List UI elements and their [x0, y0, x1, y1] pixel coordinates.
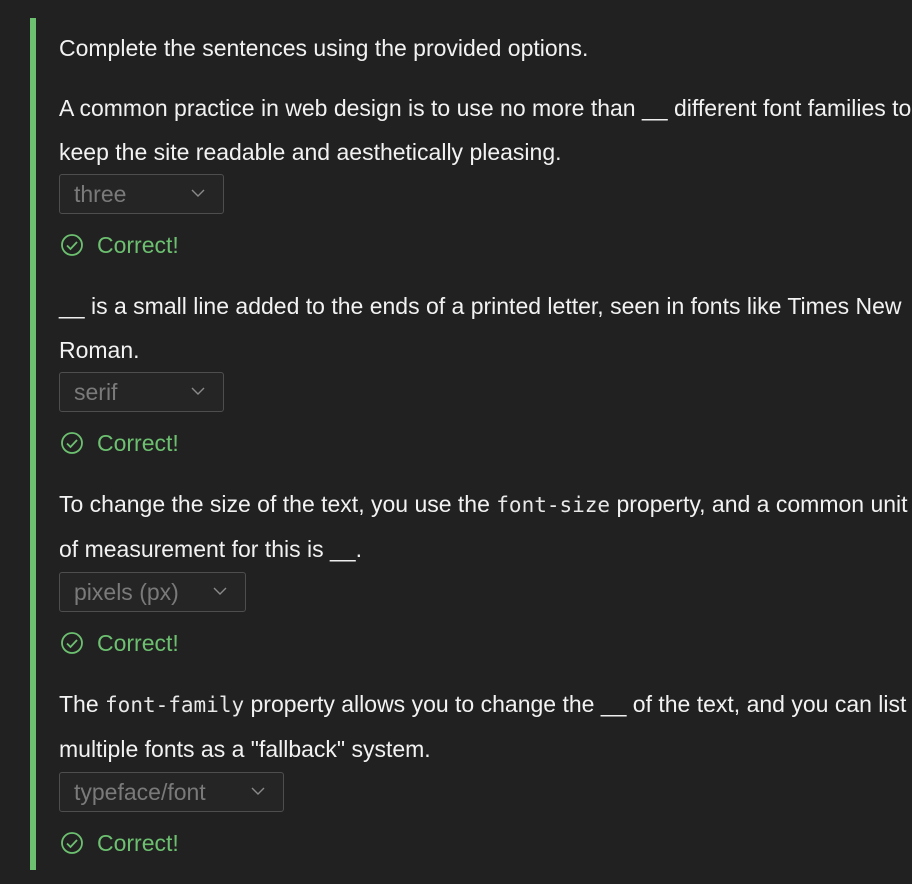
question-2-feedback-text: Correct! [97, 430, 179, 456]
question-3-feedback-text: Correct! [97, 630, 179, 656]
check-circle-icon [61, 234, 83, 256]
question-1-sentence: A common practice in web design is to us… [59, 86, 912, 174]
question-2-selected-value: serif [74, 379, 118, 405]
question-3-code: font-size [496, 493, 611, 517]
chevron-down-icon [213, 587, 227, 595]
question-1-feedback-text: Correct! [97, 232, 179, 258]
question-3-dropdown[interactable]: pixels (px) [59, 572, 246, 612]
check-circle-icon [61, 432, 83, 454]
question-3-text-before: To change the size of the text, you use … [59, 491, 497, 517]
question-2-dropdown[interactable]: serif [59, 372, 224, 412]
check-circle-icon [61, 832, 83, 854]
question-4-selected-value: typeface/font [74, 779, 206, 805]
question-2-sentence: __ is a small line added to the ends of … [59, 284, 912, 372]
chevron-down-icon [251, 787, 265, 795]
question-4-dropdown[interactable]: typeface/font [59, 772, 284, 812]
question-1-selected-value: three [74, 181, 127, 207]
question-3-selected-value: pixels (px) [74, 579, 179, 605]
check-circle-icon [61, 632, 83, 654]
quiz-instructions: Complete the sentences using the provide… [59, 35, 589, 61]
chevron-down-icon [191, 189, 205, 197]
question-2-text: __ is a small line added to the ends of … [59, 293, 902, 363]
question-4-sentence: The font-family property allows you to c… [59, 682, 912, 771]
question-4-text-before: The [59, 691, 106, 717]
question-4-feedback-text: Correct! [97, 830, 179, 856]
question-1-dropdown[interactable]: three [59, 174, 224, 214]
chevron-down-icon [191, 387, 205, 395]
fill-in-quiz-block: Complete the sentences using the provide… [30, 18, 912, 870]
question-3-sentence: To change the size of the text, you use … [59, 482, 912, 571]
question-4-code: font-family [105, 693, 245, 717]
question-1-text: A common practice in web design is to us… [59, 95, 912, 165]
